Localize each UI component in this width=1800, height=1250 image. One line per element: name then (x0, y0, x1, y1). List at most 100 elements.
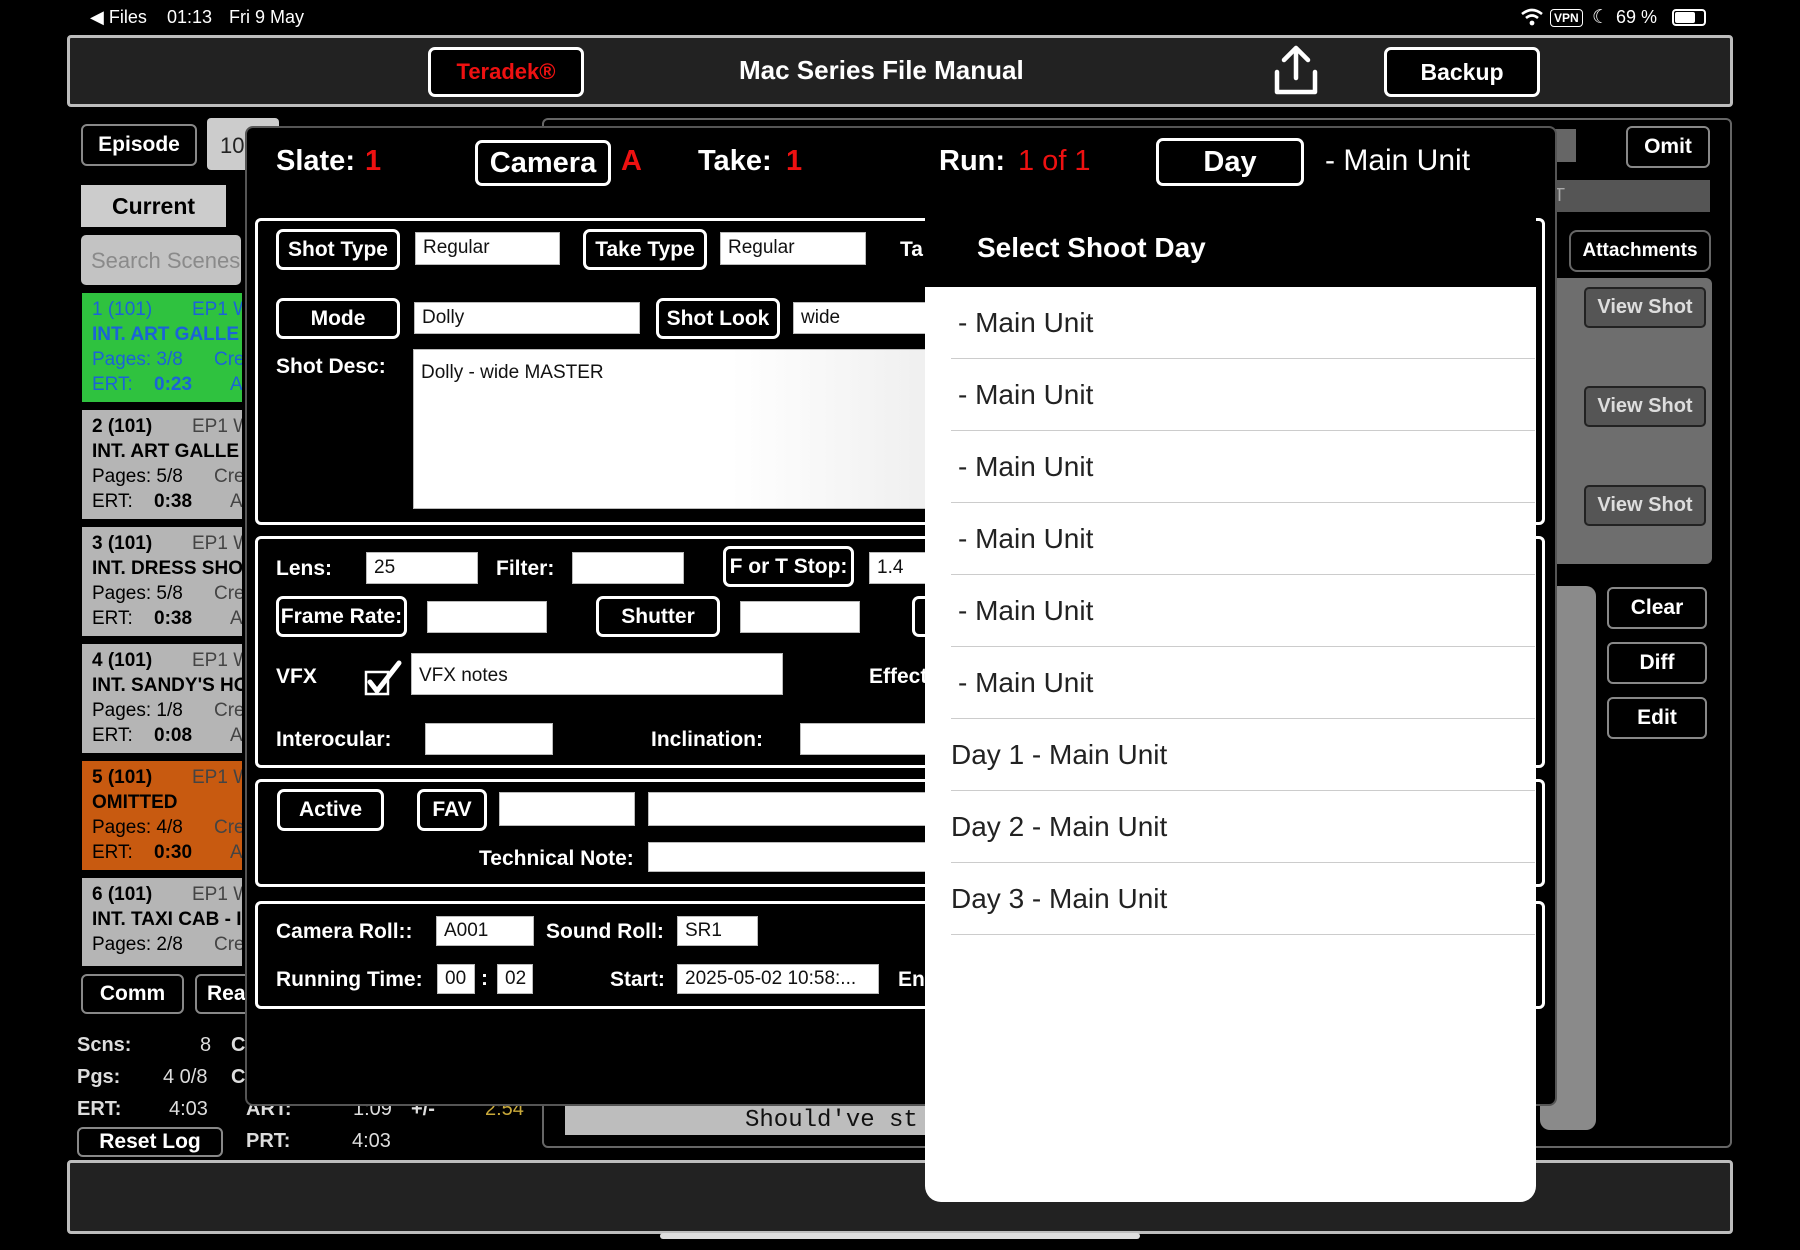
attachments-button[interactable]: Attachments (1569, 230, 1711, 272)
backup-label: Backup (1420, 58, 1504, 85)
inclination-label: Inclination: (651, 728, 763, 751)
shutter-field[interactable] (740, 601, 860, 633)
shoot-day-option[interactable]: - Main Unit (951, 503, 1535, 575)
shot-look-button[interactable]: Shot Look (656, 298, 780, 339)
scene-number: 2 (101) (92, 416, 153, 437)
sound-roll-field[interactable]: SR1 (677, 916, 758, 946)
ert-value: 4:03 (169, 1098, 208, 1120)
take-type-button[interactable]: Take Type (583, 229, 707, 270)
scene-pages: Pages: 5/8 (92, 466, 183, 487)
view-shot-button[interactable]: View Shot (1584, 485, 1706, 526)
scene-card[interactable]: 3 (101) EP1 W INT. DRESS SHO Pages: 5/8 Cr… (82, 527, 242, 636)
shot-type-label: Shot Type (288, 237, 388, 261)
vpn-badge: VPN (1550, 9, 1583, 27)
camera-roll-field[interactable]: A001 (436, 916, 534, 946)
diff-label: Diff (1639, 651, 1675, 674)
shoot-day-option[interactable]: Day 2 - Main Unit (951, 791, 1535, 863)
active-label: Active (298, 798, 363, 821)
shoot-day-option[interactable]: Day 1 - Main Unit (951, 719, 1535, 791)
edit-label: Edit (1637, 706, 1677, 729)
home-indicator (660, 1233, 1140, 1239)
shot-type-button[interactable]: Shot Type (276, 229, 400, 270)
shoot-day-option[interactable]: Day 3 - Main Unit (951, 863, 1535, 935)
scene-card[interactable]: 6 (101) EP1 W INT. TAXI CAB - I Pages: 2/… (82, 878, 242, 966)
f-or-t-stop-button[interactable]: F or T Stop: (723, 546, 854, 587)
scene-pages: Pages: 4/8 (92, 817, 183, 838)
scene-number: 3 (101) (92, 533, 153, 554)
search-placeholder: Search Scenes (91, 248, 241, 273)
take-type-field[interactable]: Regular (720, 232, 866, 265)
teradek-button[interactable]: Teradek® (428, 47, 584, 97)
running-minutes-field[interactable]: 00 (437, 964, 475, 994)
reset-log-button[interactable]: Reset Log (77, 1127, 223, 1157)
scene-a: A (230, 842, 242, 863)
take-type-label: Take Type (595, 237, 695, 261)
scene-a: A (230, 491, 242, 512)
edit-button[interactable]: Edit (1607, 697, 1707, 739)
view-shot-button[interactable]: View Shot (1584, 386, 1706, 427)
shot-type-field[interactable]: Regular (415, 232, 560, 265)
scene-ert-label: ERT: (92, 725, 133, 746)
frame-rate-button[interactable]: Frame Rate: (276, 596, 407, 637)
tab-current[interactable]: Current (81, 185, 226, 227)
back-to-files-link[interactable]: ◀ Files (90, 7, 147, 28)
reset-log-label: Reset Log (99, 1130, 201, 1153)
scene-heading: INT. SANDY'S HO (92, 675, 242, 696)
scene-card[interactable]: 5 (101) EP1 W OMITTED Pages: 4/8 Cre ERT: 0… (82, 761, 242, 870)
scene-card[interactable]: 2 (101) EP1 W INT. ART GALLE Pages: 5/8 Cr… (82, 410, 242, 519)
filter-field[interactable] (572, 552, 684, 584)
episode-button[interactable]: Episode (81, 124, 197, 166)
clear-button[interactable]: Clear (1607, 587, 1707, 629)
shot-look-field[interactable]: wide (793, 302, 933, 334)
scene-number: 1 (101) (92, 299, 153, 320)
shutter-button[interactable]: Shutter (596, 596, 720, 637)
status-bar: ◀ Files 01:13 Fri 9 May VPN ☾ 69 % (0, 0, 1800, 34)
shot-desc-field[interactable]: Dolly - wide MASTER (413, 349, 943, 509)
vfx-notes-field[interactable]: VFX notes (411, 653, 783, 695)
active-button[interactable]: Active (277, 789, 384, 831)
search-input[interactable]: Search Scenes (81, 235, 241, 285)
shoot-day-option[interactable]: - Main Unit (951, 575, 1535, 647)
frame-rate-field[interactable] (427, 601, 547, 633)
technical-note-field[interactable] (648, 842, 948, 872)
day-button[interactable]: Day (1156, 138, 1304, 186)
lens-field[interactable]: 25 (366, 552, 478, 584)
scene-ert-label: ERT: (92, 608, 133, 629)
comm-button[interactable]: Comm (81, 974, 184, 1014)
scns-value: 8 (200, 1034, 212, 1056)
backup-button[interactable]: Backup (1384, 47, 1540, 97)
scene-ert-value: 0:08 (154, 725, 193, 746)
shoot-day-option[interactable]: - Main Unit (951, 359, 1535, 431)
scene-a: A (230, 608, 242, 629)
interocular-field[interactable] (425, 723, 553, 755)
shoot-day-option[interactable]: - Main Unit (951, 287, 1535, 359)
moon-icon: ☾ (1592, 7, 1610, 28)
omit-button[interactable]: Omit (1626, 126, 1710, 168)
fav-field[interactable] (499, 792, 635, 826)
camera-value: A (621, 145, 642, 177)
shoot-day-option-label: Day 2 - Main Unit (951, 810, 1168, 842)
camera-button[interactable]: Camera (475, 140, 611, 186)
ert-label: ERT: (77, 1098, 122, 1120)
mode-label: Mode (310, 306, 366, 330)
scene-card[interactable]: 1 (101) EP1 W INT. ART GALLE Pages: 3/8 Cr… (82, 293, 242, 402)
vfx-checkbox-icon[interactable] (362, 660, 402, 696)
mode-field[interactable]: Dolly (414, 302, 640, 334)
running-seconds-field[interactable]: 02 (497, 964, 533, 994)
status-date: Fri 9 May (229, 7, 305, 27)
mode-button[interactable]: Mode (276, 298, 400, 339)
scene-pages: Pages: 2/8 (92, 934, 183, 955)
shoot-day-option[interactable]: - Main Unit (951, 431, 1535, 503)
start-field[interactable]: 2025-05-02 10:58:... (677, 964, 879, 994)
take-label: Take: (698, 145, 772, 177)
take-value: 1 (786, 145, 803, 177)
share-icon[interactable] (1273, 44, 1319, 96)
shoot-day-option-label: - Main Unit (958, 522, 1094, 554)
shoot-day-option[interactable]: - Main Unit (951, 647, 1535, 719)
status-note-field[interactable] (648, 792, 948, 826)
fav-button[interactable]: FAV (417, 789, 487, 831)
scene-card[interactable]: 4 (101) EP1 W INT. SANDY'S HO Pages: 1/8 C… (82, 644, 242, 753)
view-shot-button[interactable]: View Shot (1584, 287, 1706, 328)
diff-button[interactable]: Diff (1607, 642, 1707, 684)
scene-cre: Cre (214, 466, 242, 487)
